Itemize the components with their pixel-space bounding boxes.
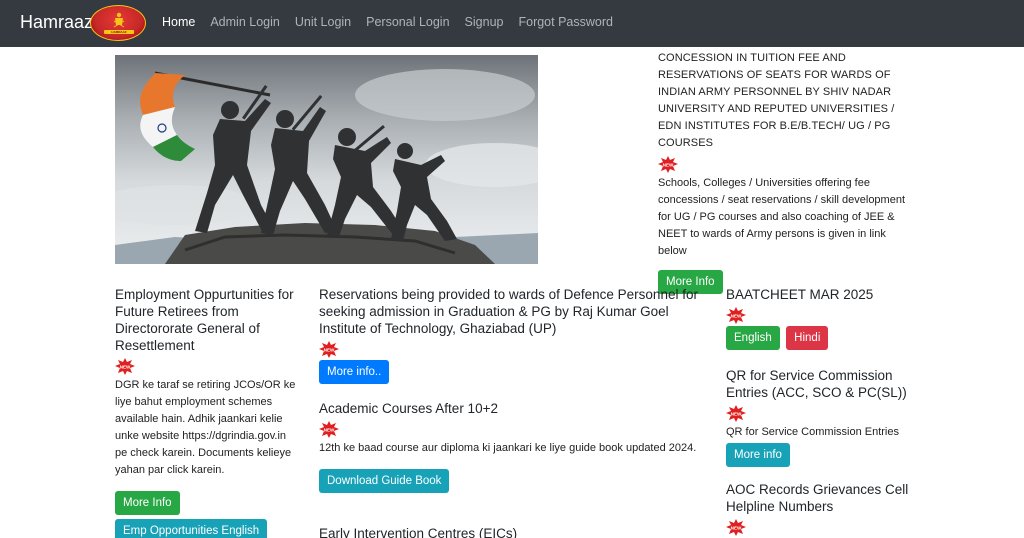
qr-section: QR for Service Commission Entries (ACC, … [726, 367, 926, 467]
top-navbar: Hamraaz HAMRAAZ Home Admin Login Unit Lo… [0, 0, 1024, 47]
new-badge-text: NEW [663, 163, 674, 168]
reservations-more-info-button[interactable]: More info.. [319, 360, 390, 384]
nav-admin-login[interactable]: Admin Login [210, 14, 280, 30]
baatcheet-section: BAATCHEET MAR 2025 NEW English Hindi [726, 286, 926, 350]
qr-title: QR for Service Commission Entries (ACC, … [726, 368, 907, 400]
employment-section: Employment Oppurtunities for Future Reti… [115, 286, 300, 538]
nav-personal-login[interactable]: Personal Login [366, 14, 449, 30]
baatcheet-hindi-button[interactable]: Hindi [786, 326, 829, 350]
new-badge-icon: NEW [319, 421, 339, 438]
new-badge-icon: NEW [115, 358, 135, 375]
hero-war-memorial-image [115, 55, 538, 264]
nav-unit-login[interactable]: Unit Login [295, 14, 351, 30]
qr-text: QR for Service Commission Entries [726, 426, 899, 438]
academic-section: Academic Courses After 10+2 NEW 12th ke … [319, 400, 704, 493]
new-badge-icon: NEW [726, 307, 746, 324]
logo-text: HAMRAAZ [111, 30, 127, 34]
new-badge-text: NEW [120, 365, 131, 370]
aoc-title: AOC Records Grievances Cell Helpline Num… [726, 482, 909, 514]
early-intervention-title: Early Intervention Centres (EICs) [319, 526, 518, 538]
aoc-section: AOC Records Grievances Cell Helpline Num… [726, 481, 926, 538]
reservations-title: Reservations being provided to wards of … [319, 287, 698, 336]
concession-title: CONCESSION IN TUITION FEE AND RESERVATIO… [658, 52, 895, 149]
new-badge-text: NEW [731, 314, 742, 319]
concession-section: CONCESSION IN TUITION FEE AND RESERVATIO… [658, 50, 914, 294]
employment-title: Employment Oppurtunities for Future Reti… [115, 287, 294, 353]
army-emblem-icon [113, 12, 125, 28]
academic-text: 12th ke baad course aur diploma ki jaank… [319, 442, 697, 454]
new-badge-text: NEW [731, 526, 742, 531]
new-badge-icon: NEW [726, 519, 746, 536]
new-badge-icon: NEW [726, 405, 746, 422]
emp-opportunities-english-button[interactable]: Emp Opportunities English [115, 519, 268, 538]
main-nav: Home Admin Login Unit Login Personal Log… [162, 14, 628, 30]
nav-forgot-password[interactable]: Forgot Password [518, 14, 612, 30]
new-badge-text: NEW [731, 412, 742, 417]
new-badge-icon: NEW [658, 156, 678, 173]
employment-more-info-button[interactable]: More Info [115, 491, 180, 515]
employment-text: DGR ke taraf se retiring JCOs/OR ke liye… [115, 379, 296, 476]
brand-name[interactable]: Hamraaz [20, 11, 93, 33]
reservations-section: Reservations being provided to wards of … [319, 286, 704, 384]
baatcheet-english-button[interactable]: English [726, 326, 780, 350]
new-badge-text: NEW [324, 348, 335, 353]
nav-signup[interactable]: Signup [465, 14, 504, 30]
qr-more-info-button[interactable]: More info [726, 443, 790, 467]
nav-home[interactable]: Home [162, 14, 195, 30]
new-badge-text: NEW [324, 428, 335, 433]
new-badge-icon: NEW [319, 341, 339, 358]
early-intervention-section: Early Intervention Centres (EICs) [319, 525, 704, 538]
baatcheet-title: BAATCHEET MAR 2025 [726, 287, 874, 302]
army-logo[interactable]: HAMRAAZ [90, 5, 146, 41]
academic-title: Academic Courses After 10+2 [319, 401, 498, 416]
concession-text: Schools, Colleges / Universities offerin… [658, 177, 906, 257]
soldiers-statue-illustration [115, 69, 538, 264]
download-guide-book-button[interactable]: Download Guide Book [319, 469, 450, 493]
